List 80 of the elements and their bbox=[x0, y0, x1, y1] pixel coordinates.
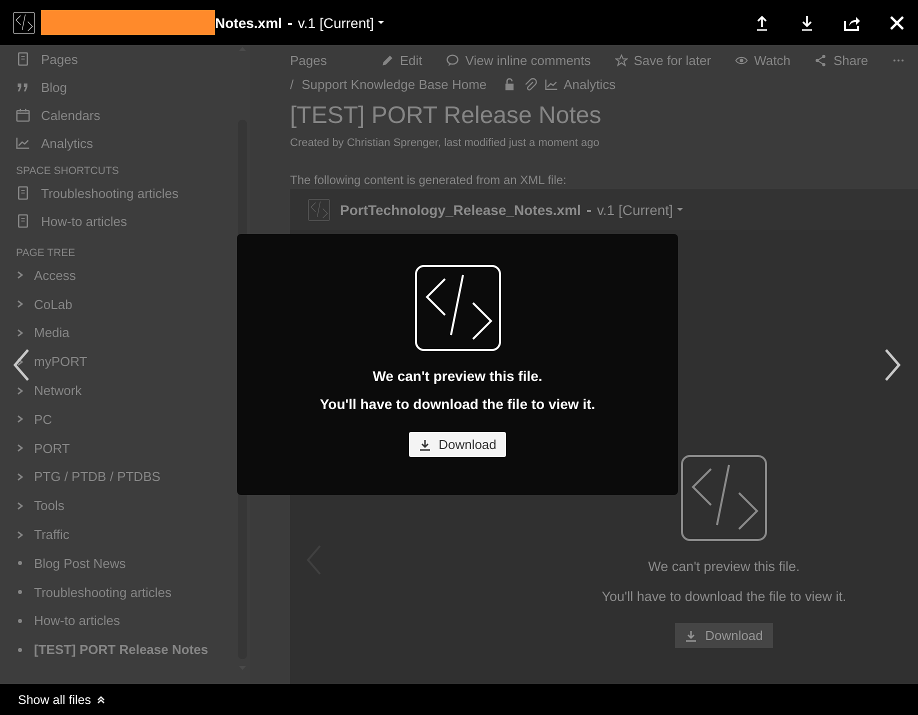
shortcut-item[interactable]: Troubleshooting articles bbox=[16, 179, 238, 207]
file-icon bbox=[681, 455, 767, 541]
section-heading: SPACE SHORTCUTS bbox=[16, 165, 120, 177]
tree-item[interactable]: PTG / PTDB / PTDBS bbox=[16, 462, 238, 492]
chevron-icon bbox=[16, 502, 24, 510]
sidebar-item[interactable]: Analytics bbox=[16, 129, 238, 157]
download-button[interactable]: Download bbox=[408, 432, 506, 457]
chart-icon bbox=[544, 78, 558, 91]
chevron-icon bbox=[16, 415, 24, 424]
bullet-icon bbox=[18, 618, 22, 623]
breadcrumb-separator: / bbox=[290, 77, 294, 92]
pencil-icon bbox=[380, 54, 394, 66]
file-icon bbox=[308, 198, 330, 220]
download-icon bbox=[685, 630, 698, 642]
section-heading: PAGE TREE bbox=[16, 247, 76, 259]
download-button[interactable]: Download bbox=[675, 623, 773, 648]
file-name: Notes.xml bbox=[215, 14, 282, 30]
toolbar-button[interactable]: Save for later bbox=[614, 52, 712, 68]
tree-item[interactable]: Troubleshooting articles bbox=[16, 578, 238, 607]
share-icon bbox=[814, 54, 828, 66]
double-chevron-icon bbox=[96, 696, 105, 704]
tree-item[interactable]: Media bbox=[16, 318, 238, 348]
page-icon bbox=[16, 52, 30, 66]
chart-icon bbox=[16, 136, 30, 150]
preview-message: We can't preview this file. bbox=[372, 368, 542, 384]
tree-item[interactable]: Tools bbox=[16, 491, 238, 520]
chevron-icon bbox=[16, 271, 24, 280]
next-icon[interactable] bbox=[884, 348, 902, 382]
close-icon[interactable] bbox=[888, 14, 906, 32]
analytics-link[interactable]: Analytics bbox=[544, 77, 616, 92]
page-icon bbox=[16, 214, 30, 228]
lock-icon[interactable] bbox=[502, 78, 516, 91]
preview-hint: You'll have to download the file to view it. bbox=[602, 589, 846, 604]
comment-icon bbox=[446, 54, 460, 66]
tree-item[interactable]: Traffic bbox=[16, 520, 238, 549]
toolbar-button[interactable]: Share bbox=[814, 52, 868, 68]
toolbar-button[interactable]: Edit bbox=[380, 52, 422, 68]
tree-item[interactable]: Network bbox=[16, 376, 238, 405]
chevron-icon bbox=[16, 386, 24, 395]
tree-item[interactable]: CoLab bbox=[16, 290, 238, 319]
chevron-icon bbox=[16, 530, 24, 539]
sidebar-item[interactable]: Calendars bbox=[16, 101, 238, 129]
tree-item[interactable]: PC bbox=[16, 404, 238, 434]
star-icon bbox=[614, 54, 628, 66]
code-file-icon bbox=[414, 265, 500, 351]
paperclip-icon[interactable] bbox=[524, 78, 537, 91]
bullet-icon bbox=[18, 648, 22, 652]
preview-hint: You'll have to download the file to view it. bbox=[320, 396, 596, 412]
show-all-files-button[interactable]: Show all files bbox=[18, 692, 105, 706]
sidebar-item[interactable]: Blog bbox=[16, 73, 238, 101]
file-name: PortTechnology_Release_Notes.xml bbox=[340, 202, 581, 218]
bullet-icon bbox=[18, 561, 22, 566]
chevron-icon bbox=[16, 328, 24, 337]
tree-item[interactable]: Access bbox=[16, 261, 238, 290]
shortcut-item[interactable]: How-to articles bbox=[16, 207, 238, 235]
preview-message: We can't preview this file. bbox=[648, 559, 800, 574]
tree-item[interactable]: myPORT bbox=[16, 347, 238, 376]
chevron-icon bbox=[16, 472, 24, 481]
version-dropdown[interactable]: v.1 [Current] bbox=[596, 202, 683, 218]
file-icon bbox=[13, 12, 35, 34]
breadcrumb-link[interactable]: Support Knowledge Base Home bbox=[302, 77, 487, 92]
calendar-icon bbox=[16, 108, 30, 122]
tree-item[interactable]: How-to articles bbox=[16, 606, 238, 636]
version-dropdown[interactable]: v.1 [Current] bbox=[298, 14, 384, 30]
page-title: [TEST] PORT Release Notes bbox=[290, 102, 602, 130]
download-icon bbox=[418, 438, 431, 450]
byline: Created by Christian Sprenger, last modified just a moment ago bbox=[290, 137, 600, 149]
tree-item[interactable]: Blog Post News bbox=[16, 548, 238, 578]
page-icon bbox=[16, 186, 30, 200]
toolbar-button[interactable]: View inline comments bbox=[446, 52, 591, 68]
sidebar-item[interactable]: Pages bbox=[16, 45, 238, 73]
tree-item[interactable]: [TEST] PORT Release Notes bbox=[16, 635, 238, 664]
chevron-icon bbox=[16, 358, 24, 366]
bullet-icon bbox=[18, 590, 22, 594]
toolbar-button[interactable]: Watch bbox=[735, 52, 790, 68]
intro-text: The following content is generated from an XML file: bbox=[290, 173, 568, 187]
tree-item[interactable]: PORT bbox=[16, 434, 238, 463]
chevron-icon bbox=[16, 444, 24, 452]
toolbar-link[interactable]: Pages bbox=[290, 52, 327, 68]
chevron-icon bbox=[16, 300, 24, 308]
